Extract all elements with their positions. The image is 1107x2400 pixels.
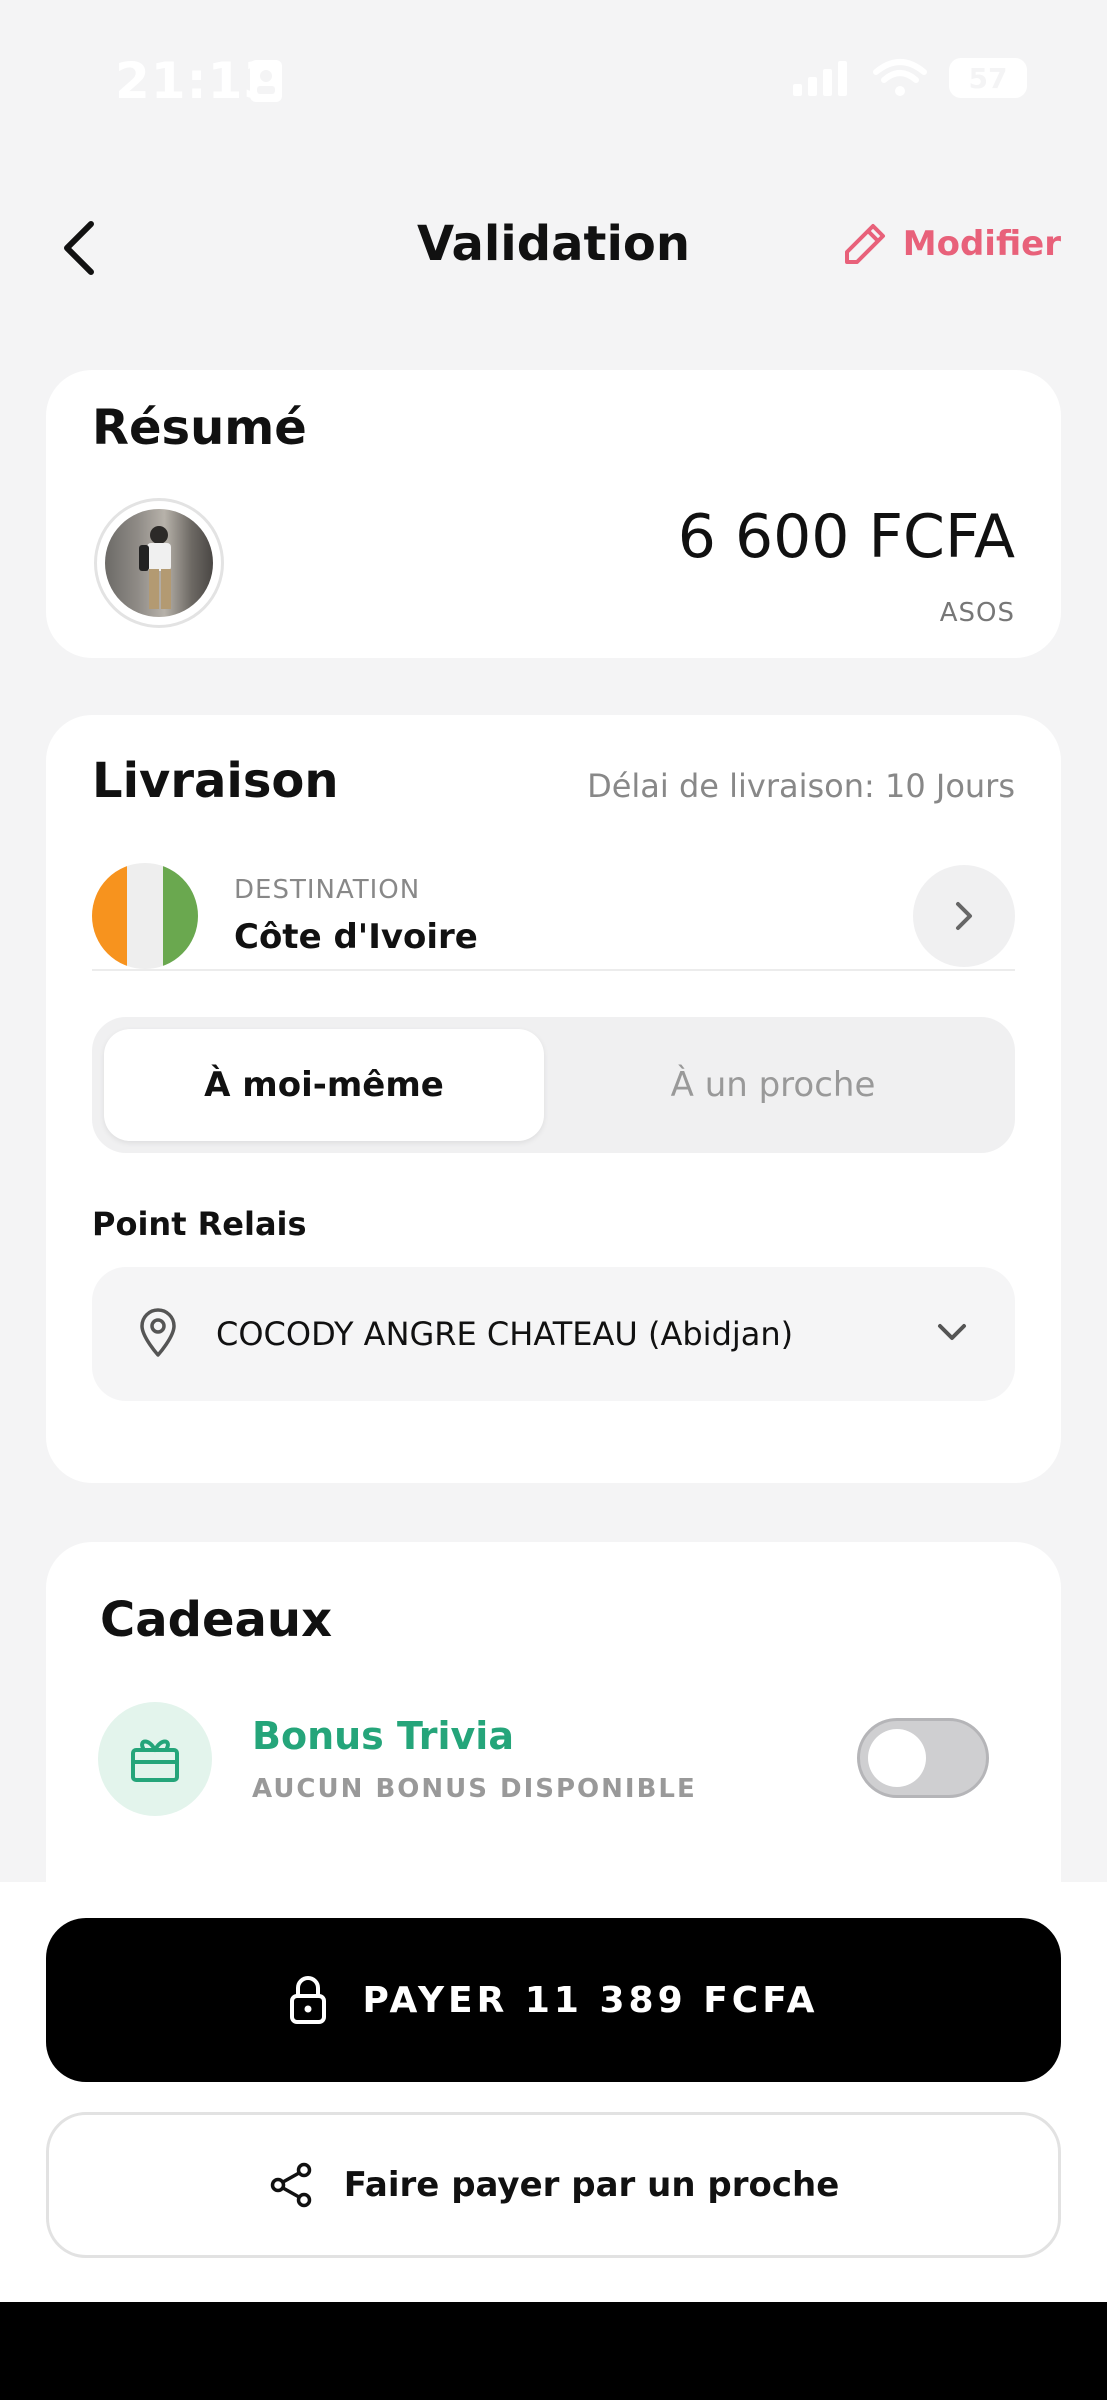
delivery-title: Livraison (92, 753, 339, 809)
pencil-icon (844, 224, 885, 264)
header: Validation Modifier (0, 200, 1107, 290)
bonus-title: Bonus Trivia (252, 1714, 514, 1758)
gifts-title: Cadeaux (100, 1592, 333, 1648)
summary-card: Résumé 6 600 FCFA ASOS (46, 370, 1061, 658)
location-pin-icon (140, 1308, 176, 1357)
signal-icon (793, 61, 847, 96)
destination-select-button[interactable] (913, 865, 1015, 967)
bonus-status: AUCUN BONUS DISPONIBLE (252, 1774, 697, 1804)
product-image (94, 498, 224, 628)
wifi-icon (873, 59, 927, 96)
status-icons: 57 (791, 58, 1027, 98)
share-payment-button[interactable]: Faire payer par un proche (46, 2112, 1061, 2258)
edit-label: Modifier (902, 224, 1061, 264)
lock-icon (290, 1976, 327, 2024)
status-bar: 21:13 57 (0, 0, 1107, 160)
share-label: Faire payer par un proche (343, 2165, 840, 2205)
summary-merchant: ASOS (939, 598, 1015, 628)
chevron-down-icon (938, 1324, 966, 1340)
delivery-card: Livraison Délai de livraison: 10 Jours D… (46, 715, 1061, 1483)
destination-value: Côte d'Ivoire (234, 917, 478, 957)
chevron-right-icon (956, 902, 972, 930)
pay-button[interactable]: PAYER 11 389 FCFA (46, 1918, 1061, 2082)
summary-title: Résumé (92, 400, 307, 456)
segment-myself[interactable]: À moi-même (104, 1029, 544, 1141)
battery-indicator: 57 (949, 58, 1027, 98)
edit-button[interactable]: Modifier (843, 222, 1061, 266)
bottom-actions: PAYER 11 389 FCFA Faire payer par un pro… (0, 1882, 1107, 2302)
divider (92, 969, 1015, 971)
flag-icon (92, 863, 198, 969)
gift-icon (131, 1739, 179, 1782)
summary-amount: 6 600 FCFA (677, 502, 1015, 572)
recipient-segmented-control: À moi-même À un proche (92, 1017, 1015, 1153)
system-nav-bar (0, 2302, 1107, 2400)
relay-point-select[interactable]: COCODY ANGRE CHATEAU (Abidjan) (92, 1267, 1015, 1401)
gift-icon-badge (98, 1702, 212, 1816)
pay-label: PAYER 11 389 FCFA (362, 1979, 819, 2021)
relay-point-value: COCODY ANGRE CHATEAU (Abidjan) (216, 1315, 794, 1353)
gifts-card: Cadeaux Bonus Trivia AUCUN BONUS DISPONI… (46, 1542, 1061, 1882)
toggle-knob (868, 1729, 926, 1787)
bonus-toggle[interactable] (857, 1718, 989, 1798)
segment-relative[interactable]: À un proche (543, 1029, 1003, 1141)
share-icon (270, 2162, 311, 2208)
person-silhouette-icon (139, 526, 171, 609)
relay-point-label: Point Relais (92, 1205, 307, 1243)
id-card-icon (250, 60, 282, 102)
destination-label: DESTINATION (234, 875, 421, 905)
delivery-delay: Délai de livraison: 10 Jours (587, 767, 1015, 805)
